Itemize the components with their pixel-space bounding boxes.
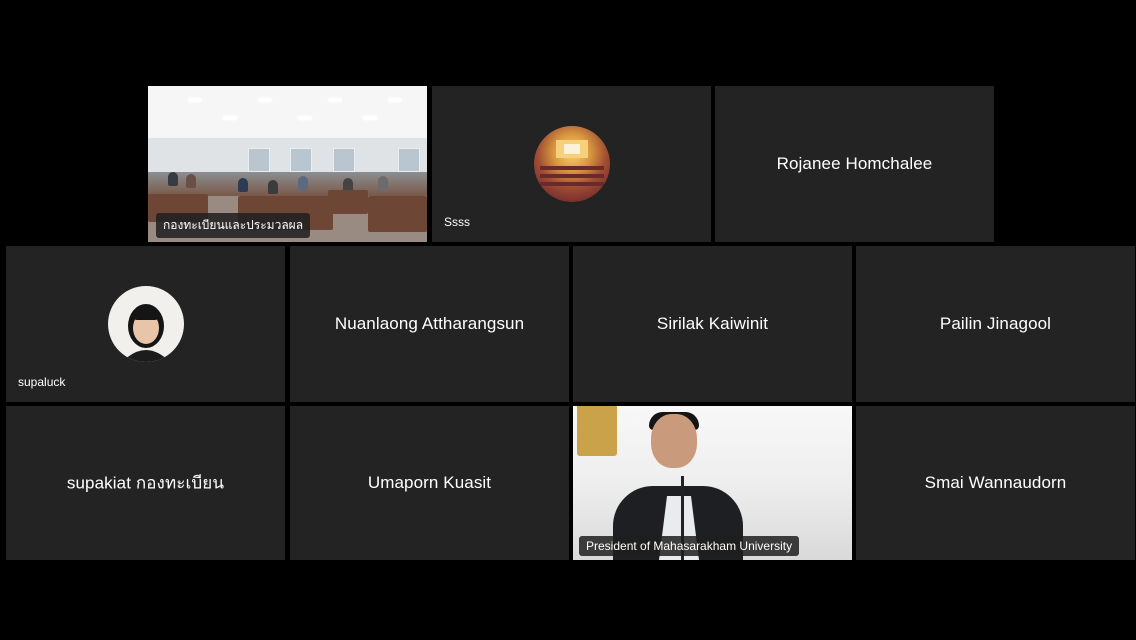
participant-name-label: Sirilak Kaiwinit	[656, 314, 769, 333]
auditorium-icon	[539, 140, 604, 186]
participant-tile-supaluck[interactable]: supaluck	[6, 246, 285, 402]
participant-name-label: Rojanee Homchalee	[776, 154, 933, 173]
person-head	[651, 414, 697, 468]
classroom-window	[248, 148, 270, 172]
auditorium-avatar	[533, 126, 610, 202]
classroom-window	[333, 148, 355, 172]
participant-tile-video-classroom[interactable]: กองทะเบียนและประมวลผล	[148, 86, 427, 242]
participant-tile-video-president[interactable]: President of Mahasarakham University	[573, 406, 852, 560]
participant-name-label: Ssss	[444, 215, 471, 229]
person-avatar	[107, 286, 184, 362]
person-photo-icon	[121, 304, 170, 362]
ceiling-light	[188, 98, 202, 102]
university-logo-icon	[577, 406, 617, 456]
participant-name-label: supaluck	[18, 375, 66, 389]
audience-person	[238, 178, 248, 192]
participant-name-label: Nuanlaong Attharangsun	[334, 314, 525, 333]
classroom-desk	[328, 190, 368, 214]
participant-tile-rojanee[interactable]: Rojanee Homchalee	[715, 86, 994, 242]
participant-tile-pailin[interactable]: Pailin Jinagool	[856, 246, 1135, 402]
video-call-gallery: กองทะเบียนและประมวลผล Ssss Rojanee Homch…	[0, 0, 1136, 640]
participant-name-label: กองทะเบียนและประมวลผล	[156, 213, 311, 238]
participant-tile-sirilak[interactable]: Sirilak Kaiwinit	[573, 246, 852, 402]
participant-tile-supakiat[interactable]: supakiat กองทะเบียน	[6, 406, 285, 560]
participant-name-label: Smai Wannaudorn	[924, 473, 1067, 492]
participant-tile-smai[interactable]: Smai Wannaudorn	[856, 406, 1135, 560]
audience-person	[268, 180, 278, 194]
classroom-desk	[368, 196, 427, 232]
ceiling-light	[258, 98, 272, 102]
participant-tile-umaporn[interactable]: Umaporn Kuasit	[290, 406, 569, 560]
audience-person	[378, 176, 388, 190]
audience-person	[186, 174, 196, 188]
classroom-window	[398, 148, 420, 172]
participant-name-label: supakiat กองทะเบียน	[66, 473, 225, 493]
classroom-wall	[148, 138, 427, 172]
audience-person	[298, 176, 308, 190]
participant-name-label: Pailin Jinagool	[939, 314, 1052, 333]
audience-person	[168, 172, 178, 186]
ceiling-light	[298, 116, 312, 120]
ceiling-light	[388, 98, 402, 102]
participant-name-label: Umaporn Kuasit	[367, 473, 492, 492]
ceiling-light	[223, 116, 237, 120]
participant-tile-ssss[interactable]: Ssss	[432, 86, 711, 242]
classroom-ceiling	[148, 86, 427, 138]
ceiling-light	[328, 98, 342, 102]
classroom-window	[290, 148, 312, 172]
participant-tile-nuanlaong[interactable]: Nuanlaong Attharangsun	[290, 246, 569, 402]
ceiling-light	[363, 116, 377, 120]
participant-name-label: President of Mahasarakham University	[579, 536, 800, 556]
